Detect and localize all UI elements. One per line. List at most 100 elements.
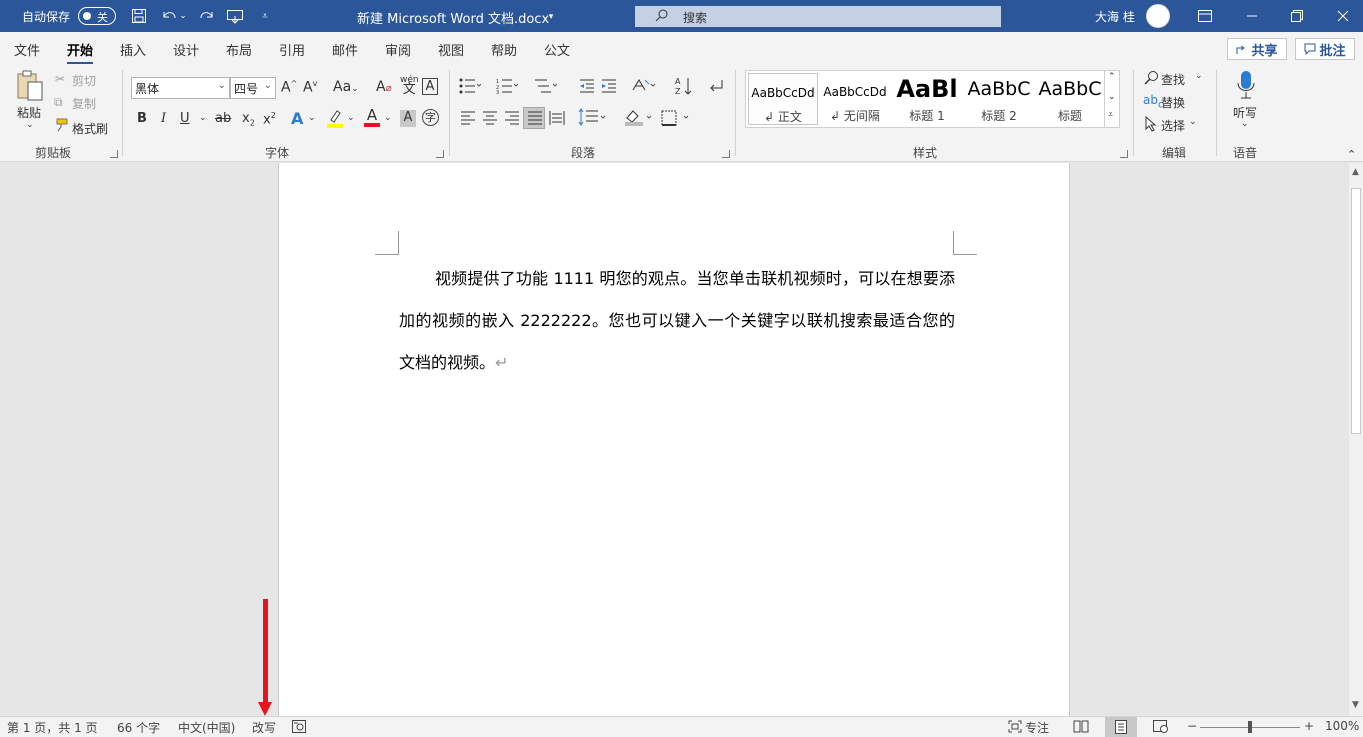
paragraph-shading-icon[interactable]	[624, 108, 654, 129]
character-shading-icon[interactable]: A	[400, 110, 416, 127]
clipboard-dialog-launcher[interactable]	[110, 150, 118, 158]
zoom-in-button[interactable]: +	[1304, 719, 1314, 733]
zoom-slider-thumb[interactable]	[1248, 721, 1252, 733]
copy-button[interactable]: 复制	[72, 95, 96, 112]
scroll-up-icon[interactable]: ▲	[1352, 167, 1359, 177]
scroll-thumb[interactable]	[1351, 188, 1361, 434]
align-right-icon[interactable]	[504, 111, 520, 128]
bullets-icon[interactable]	[459, 78, 482, 97]
tab-file[interactable]: 文件	[14, 40, 40, 59]
change-case-button[interactable]: Aa⌄	[333, 79, 359, 95]
autosave-toggle[interactable]: 关	[78, 7, 116, 25]
find-button[interactable]: 查找	[1161, 71, 1185, 88]
user-avatar[interactable]	[1146, 4, 1170, 28]
scroll-down-icon[interactable]: ▼	[1352, 700, 1359, 710]
undo-dropdown-icon[interactable]: ⌄	[177, 6, 189, 26]
tab-home[interactable]: 开始	[67, 40, 94, 65]
focus-button[interactable]: 专注	[1025, 719, 1049, 736]
paste-button[interactable]: 粘贴	[17, 104, 41, 121]
tab-help[interactable]: 帮助	[491, 40, 517, 59]
print-layout-icon[interactable]	[1105, 717, 1137, 737]
comment-button[interactable]: 批注	[1295, 38, 1355, 60]
ribbon-display-icon[interactable]	[1195, 6, 1215, 26]
font-color-icon[interactable]: A	[364, 107, 380, 127]
macro-recording-icon[interactable]	[292, 720, 306, 736]
copy-icon[interactable]: ⧉	[54, 95, 63, 110]
zoom-out-button[interactable]: −	[1187, 719, 1197, 733]
numbering-icon[interactable]: 123	[496, 78, 519, 97]
text-effects-dropdown-icon[interactable]: ⌄	[308, 113, 316, 123]
clear-formatting-icon[interactable]: A⌀	[376, 79, 392, 95]
chevron-up-icon[interactable]: ⌃	[1108, 72, 1116, 82]
paragraph-dialog-launcher[interactable]	[722, 150, 730, 158]
focus-icon[interactable]	[1008, 720, 1022, 736]
select-icon[interactable]	[1144, 115, 1158, 135]
tab-layout[interactable]: 布局	[226, 40, 252, 59]
underline-dropdown-icon[interactable]: ⌄	[199, 113, 207, 123]
subscript-icon[interactable]: x2	[242, 111, 255, 128]
dictate-dropdown-icon[interactable]: ⌄	[1241, 119, 1249, 129]
find-icon[interactable]	[1144, 70, 1160, 89]
strikethrough-icon[interactable]: ab	[215, 111, 231, 126]
style-heading-2[interactable]: AaBbC 标题 2	[964, 73, 1034, 125]
redo-icon[interactable]	[196, 6, 218, 26]
borders-icon[interactable]	[661, 110, 691, 129]
share-button[interactable]: 共享	[1227, 38, 1287, 60]
expand-gallery-icon[interactable]: ⩡	[1108, 110, 1113, 120]
tab-view[interactable]: 视图	[438, 40, 464, 59]
tab-insert[interactable]: 插入	[120, 40, 146, 59]
enclose-characters-icon[interactable]: 字	[422, 109, 439, 126]
show-formatting-marks-icon[interactable]	[707, 78, 725, 97]
style-normal[interactable]: AaBbCcDd ↲ 正文	[748, 73, 818, 125]
paste-dropdown-icon[interactable]: ⌄	[26, 120, 34, 130]
align-center-icon[interactable]	[482, 111, 498, 128]
text-effects-icon[interactable]: A	[291, 109, 303, 128]
vertical-scrollbar[interactable]: ▲ ▼	[1349, 163, 1363, 716]
line-spacing-icon[interactable]	[578, 108, 608, 129]
align-left-icon[interactable]	[460, 111, 476, 128]
bold-icon[interactable]: B	[137, 111, 147, 126]
highlight-icon[interactable]	[326, 108, 344, 131]
underline-icon[interactable]: U	[180, 111, 190, 126]
replace-button[interactable]: 替换	[1161, 94, 1185, 111]
tab-review[interactable]: 审阅	[385, 40, 411, 59]
justify-icon[interactable]	[523, 107, 545, 129]
highlight-dropdown-icon[interactable]: ⌄	[347, 113, 355, 123]
save-icon[interactable]	[128, 6, 150, 26]
customize-toolbar-icon[interactable]: ⩡	[254, 6, 276, 26]
word-count[interactable]: 66 个字	[117, 719, 160, 736]
title-dropdown-icon[interactable]: ▾	[540, 7, 562, 27]
select-button[interactable]: 选择	[1161, 117, 1185, 134]
document-paragraph[interactable]: 视频提供了功能 1111 明您的观点。当您单击联机视频时，可以在想要添加的视频的…	[399, 258, 955, 384]
minimize-icon[interactable]	[1242, 6, 1262, 26]
language-indicator[interactable]: 中文(中国)	[178, 719, 235, 736]
font-size-combo[interactable]: 四号 ⌄	[230, 77, 276, 99]
font-dialog-launcher[interactable]	[436, 150, 444, 158]
increase-indent-icon[interactable]	[601, 78, 617, 97]
format-painter-button[interactable]: 格式刷	[72, 120, 108, 137]
page-count[interactable]: 第 1 页，共 1 页	[7, 719, 98, 736]
tab-design[interactable]: 设计	[173, 40, 199, 59]
overtype-mode[interactable]: 改写	[252, 719, 276, 736]
read-mode-icon[interactable]	[1073, 720, 1089, 736]
font-color-dropdown-icon[interactable]: ⌄	[384, 113, 392, 123]
decrease-indent-icon[interactable]	[579, 78, 595, 97]
select-dropdown-icon[interactable]: ⌄	[1189, 117, 1197, 127]
user-name[interactable]: 大海 桂	[1095, 8, 1135, 25]
tab-mailings[interactable]: 邮件	[332, 40, 358, 59]
style-no-spacing[interactable]: AaBbCcDd ↲ 无间隔	[820, 73, 890, 125]
chinese-layout-icon[interactable]	[631, 76, 657, 97]
shrink-font-icon[interactable]: Av	[303, 79, 317, 96]
superscript-icon[interactable]: x2	[263, 111, 276, 127]
tab-official-doc[interactable]: 公文	[544, 40, 570, 59]
cut-icon[interactable]: ✂	[55, 72, 65, 86]
restore-icon[interactable]	[1287, 6, 1307, 26]
zoom-level[interactable]: 100%	[1325, 719, 1359, 733]
font-name-combo[interactable]: 黑体 ⌄	[131, 77, 230, 99]
styles-dialog-launcher[interactable]	[1120, 150, 1128, 158]
tab-references[interactable]: 引用	[279, 40, 305, 59]
sort-icon[interactable]: AZ	[675, 76, 693, 99]
phonetic-guide-icon[interactable]: wén 文	[400, 76, 419, 97]
paste-icon[interactable]	[15, 70, 45, 105]
distributed-icon[interactable]	[549, 111, 565, 128]
